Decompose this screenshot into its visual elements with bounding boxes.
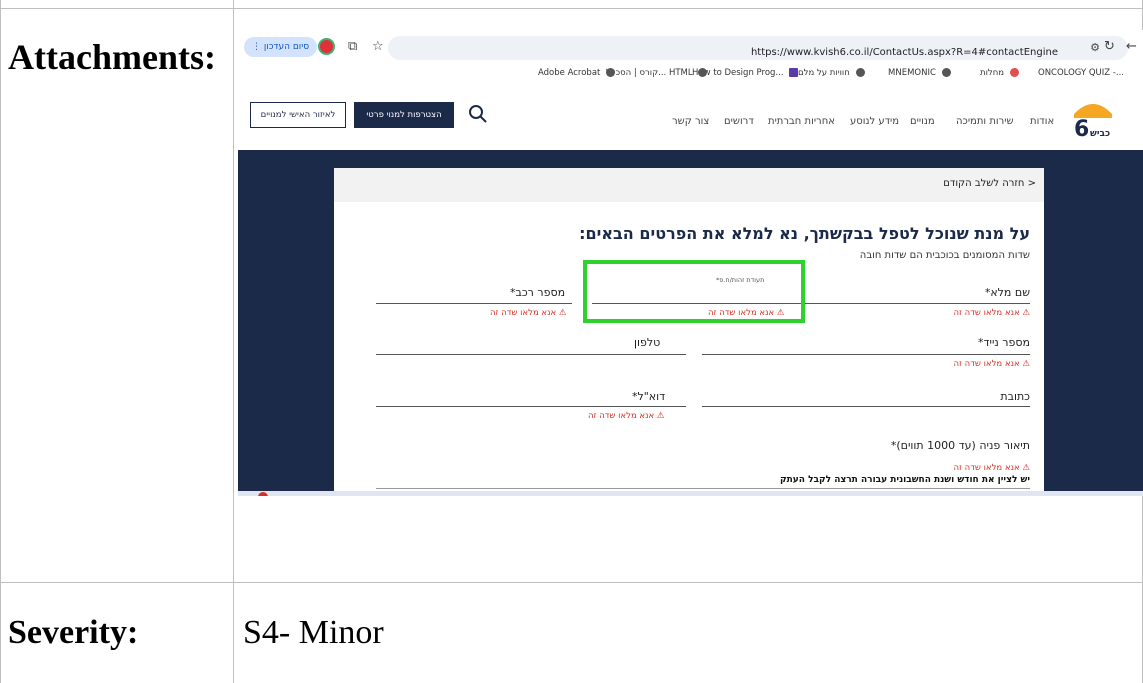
description-error: ⚠ אנא מלאו שדה זה xyxy=(953,463,1030,473)
form-subtitle: שדות המסומנים בכוכבית הם שדות חובה xyxy=(859,250,1030,261)
attachment-screenshot: ⋮ סיום העדכון ⧉ ☆ https://www.kvish6.co.… xyxy=(238,30,1143,496)
bookmark-item[interactable]: מחלות xyxy=(980,68,1019,78)
bookmark-item[interactable]: קורס | הסכלל... HTML xyxy=(606,68,708,78)
email-error: ⚠ אנא מלאו שדה זה xyxy=(588,411,665,421)
mobile-field[interactable] xyxy=(702,354,1030,355)
nav-item-subscribers[interactable]: מנויים xyxy=(910,116,935,127)
address-label: כתובת xyxy=(1000,390,1030,403)
address-bar[interactable]: https://www.kvish6.co.il/ContactUs.aspx?… xyxy=(388,36,1128,60)
svg-text:כביש: כביש xyxy=(1090,129,1110,139)
email-label: דוא"ל* xyxy=(632,390,666,403)
update-chip-label: סיום העדכון xyxy=(263,42,310,52)
car-number-label: מספר רכב* xyxy=(510,286,566,299)
reload-icon[interactable]: ↻ xyxy=(1104,39,1115,55)
bookmarks-bar: ONCOLOGY QUIZ -... מחלות MNEMONIC חוויות… xyxy=(238,64,1143,86)
description-label: תיאור פניה (עד 1000 תווים)* xyxy=(890,439,1030,452)
bookmark-star-icon[interactable]: ☆ xyxy=(372,39,384,55)
url-text: https://www.kvish6.co.il/ContactUs.aspx?… xyxy=(750,47,1058,58)
recording-icon[interactable] xyxy=(320,40,333,53)
bookmark-label: Adobe Acrobat xyxy=(538,68,601,78)
bookmark-item[interactable]: ONCOLOGY QUIZ -... xyxy=(1038,68,1124,78)
bookmark-item[interactable]: חוויות על מלם xyxy=(798,68,865,78)
full-name-label: שם מלא* xyxy=(984,286,1030,299)
phone-label: טלפון xyxy=(634,336,661,349)
site-header: לאיזור האישי למנויים הצטרפות למנוי פרטי … xyxy=(238,86,1143,150)
car-number-field[interactable] xyxy=(376,303,572,304)
update-chip[interactable]: ⋮ סיום העדכון xyxy=(244,37,318,57)
contact-form-card: < חזרה לשלב הקודם על מנת שנוכל לטפל בבקש… xyxy=(334,168,1044,496)
back-icon[interactable]: ← xyxy=(1126,39,1137,55)
nav-item-jobs[interactable]: דרושים xyxy=(724,116,754,127)
kvish6-logo[interactable]: 6 כביש xyxy=(1068,94,1118,142)
email-field[interactable] xyxy=(376,406,686,407)
bookmark-label: חוויות על מלם xyxy=(798,68,850,78)
globe-icon xyxy=(941,68,951,77)
page-background-right xyxy=(1038,150,1143,494)
mobile-error: ⚠ אנא מלאו שדה זה xyxy=(953,359,1030,369)
svg-text:6: 6 xyxy=(1074,117,1089,142)
globe-icon xyxy=(698,68,708,77)
join-button[interactable]: הצטרפות למנוי פרטי xyxy=(354,102,454,128)
card-header: < חזרה לשלב הקודם xyxy=(334,168,1044,202)
highlight-box xyxy=(583,260,805,323)
form-title: על מנת שנוכל לטפל בבקשתך, נא למלא את הפר… xyxy=(579,224,1030,243)
nav-item-support[interactable]: שירות ותמיכה xyxy=(956,116,1014,127)
nav-item-social[interactable]: אחריות חברתית xyxy=(768,116,835,127)
description-textarea[interactable] xyxy=(376,488,1030,489)
bookmark-label: ONCOLOGY QUIZ -... xyxy=(1038,68,1124,78)
globe-icon xyxy=(606,68,616,77)
full-name-error: ⚠ אנא מלאו שדה זה xyxy=(953,308,1030,318)
heart-icon xyxy=(1009,68,1019,77)
bookmark-item[interactable]: Adobe Acrobat xyxy=(538,68,616,78)
severity-value: S4- Minor xyxy=(243,614,384,651)
bookmark-item[interactable]: MNEMONIC xyxy=(888,68,951,78)
bookmark-label: MNEMONIC xyxy=(888,68,936,78)
table-border-top xyxy=(0,8,1143,9)
attachments-label: Attachments: xyxy=(8,37,216,77)
extensions-icon[interactable]: ⧉ xyxy=(348,39,357,55)
site-settings-icon[interactable]: ⚙ xyxy=(1090,40,1100,56)
bookmark-label: מחלות xyxy=(980,68,1005,78)
back-link[interactable]: < חזרה לשלב הקודם xyxy=(943,178,1036,189)
floating-widget-icon[interactable] xyxy=(258,492,268,496)
nav-item-traveler-info[interactable]: מידע לנוסע xyxy=(850,116,899,127)
bookmark-item[interactable]: How to Design Prog... xyxy=(692,68,799,78)
nav-item-contact[interactable]: צור קשר xyxy=(672,116,709,127)
browser-toolbar: ⋮ סיום העדכון ⧉ ☆ https://www.kvish6.co.… xyxy=(238,30,1143,64)
phone-field[interactable] xyxy=(376,354,686,355)
table-column-divider xyxy=(233,0,234,683)
globe-icon xyxy=(855,68,865,77)
mobile-label: מספר נייד* xyxy=(977,336,1030,349)
table-border-left xyxy=(0,0,1,683)
personal-area-button[interactable]: לאיזור האישי למנויים xyxy=(250,102,346,128)
car-number-error: ⚠ אנא מלאו שדה זה xyxy=(490,308,567,318)
address-field[interactable] xyxy=(702,406,1030,407)
description-hint: יש לציין את חודש ושנת החשבונית עבורה תרצ… xyxy=(779,475,1030,485)
table-row-divider xyxy=(0,582,1143,583)
search-icon[interactable] xyxy=(468,104,488,124)
bottom-strip xyxy=(238,491,1143,496)
bookmark-app-icon xyxy=(789,68,799,77)
bookmark-label: קורס | הסכלל... HTML xyxy=(606,68,693,78)
nav-item-about[interactable]: אודות xyxy=(1030,116,1054,127)
severity-label: Severity: xyxy=(8,614,139,651)
